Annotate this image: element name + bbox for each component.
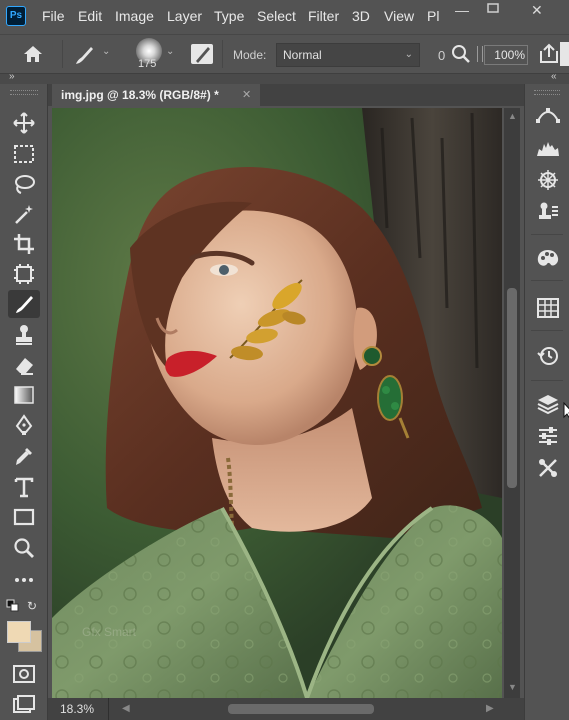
table-panel-icon[interactable] [533, 294, 563, 322]
move-tool-icon[interactable] [8, 109, 40, 137]
pen-tool-icon[interactable] [8, 411, 40, 439]
brush-tool-icon[interactable] [8, 290, 40, 318]
search-icon[interactable] [451, 44, 471, 64]
eraser-tool-icon[interactable] [8, 351, 40, 379]
menu-type[interactable]: Type [214, 8, 244, 24]
zoom-bracket-icon [477, 46, 483, 62]
separator [531, 330, 563, 331]
maximize-icon[interactable] [487, 3, 499, 13]
history-panel-icon[interactable] [533, 342, 563, 370]
foreground-color-swatch[interactable] [7, 621, 31, 643]
collapse-panels-icon[interactable]: « [551, 71, 557, 82]
horizontal-scroll-thumb[interactable] [228, 704, 374, 714]
more-tools-icon[interactable] [8, 566, 40, 594]
marquee-tool-icon[interactable] [8, 140, 40, 168]
separator [531, 280, 563, 281]
swap-colors-icon[interactable]: ↻ [27, 599, 37, 613]
zoom-field[interactable]: 100% [484, 45, 528, 65]
menu-file[interactable]: File [42, 8, 65, 24]
options-overflow[interactable] [560, 42, 569, 66]
separator [531, 380, 563, 381]
adjustments-panel-icon[interactable] [533, 422, 563, 450]
zoom-tool-icon[interactable] [8, 534, 40, 562]
close-icon[interactable]: ✕ [531, 2, 543, 19]
opacity-stub: 0 [438, 48, 446, 63]
default-colors-icon[interactable] [6, 599, 20, 613]
document-tab[interactable]: img.jpg @ 18.3% (RGB/8#) * ✕ [52, 84, 260, 106]
separator [531, 234, 563, 235]
brush-preset-icon[interactable] [72, 44, 96, 66]
separator [222, 40, 223, 68]
mouse-cursor-icon [563, 402, 569, 420]
separator [108, 698, 109, 720]
scroll-left-icon[interactable]: ◀ [122, 699, 130, 719]
vertical-scroll-thumb[interactable] [507, 288, 517, 488]
scroll-down-icon[interactable]: ▼ [508, 682, 517, 692]
share-icon[interactable] [538, 42, 560, 64]
stamp-tool-icon[interactable] [8, 321, 40, 349]
scroll-up-icon[interactable]: ▲ [508, 111, 517, 121]
mode-value: Normal [283, 48, 322, 62]
lasso-tool-icon[interactable] [8, 170, 40, 198]
paths-panel-icon[interactable] [533, 102, 563, 130]
menu-3d[interactable]: 3D [352, 8, 370, 24]
menu-select[interactable]: Select [257, 8, 296, 24]
scroll-right-icon[interactable]: ▶ [486, 699, 494, 719]
eyedropper-icon[interactable] [8, 442, 40, 470]
brush-size-value: 175 [138, 58, 157, 70]
frame-tool-icon[interactable] [8, 260, 40, 288]
toolbar-grip[interactable] [10, 90, 38, 95]
crop-tool-icon[interactable] [8, 230, 40, 258]
gradient-tool-icon[interactable] [8, 381, 40, 409]
document-canvas[interactable]: Gfx Smart [52, 108, 502, 698]
minimize-icon[interactable]: — [455, 2, 469, 18]
brush-size-chevron-icon[interactable]: ⌄ [166, 46, 174, 57]
screen-mode-icon[interactable] [13, 695, 35, 713]
document-tab-title: img.jpg @ 18.3% (RGB/8#) * [61, 88, 219, 102]
histogram-panel-icon[interactable] [533, 134, 563, 162]
close-tab-icon[interactable]: ✕ [242, 84, 251, 106]
menu-filter[interactable]: Filter [308, 8, 339, 24]
brush-settings-icon[interactable] [191, 44, 213, 64]
expand-toolbar-icon[interactable]: » [9, 71, 15, 82]
panel-dock [524, 84, 569, 720]
brush-preset-chevron-icon[interactable]: ⌄ [102, 46, 110, 57]
tools-panel: ↻ [0, 84, 48, 720]
separator [62, 40, 63, 68]
app-logo: Ps [6, 6, 26, 26]
actions-panel-icon[interactable] [533, 198, 563, 226]
mode-chevron-icon: ⌄ [404, 49, 413, 60]
menu-plugins[interactable]: Pl [427, 8, 439, 24]
swatches-panel-icon[interactable] [533, 244, 563, 272]
navigator-panel-icon[interactable] [533, 166, 563, 194]
home-icon[interactable] [22, 44, 44, 64]
menu-image[interactable]: Image [115, 8, 154, 24]
status-bar: 18.3% ◀ ▶ [48, 698, 524, 720]
panel-collapse-strip: » « [0, 71, 569, 84]
dock-grip[interactable] [534, 90, 560, 95]
mode-label: Mode: [233, 48, 267, 62]
vertical-scrollbar[interactable]: ▲ ▼ [504, 108, 520, 698]
rectangle-tool-icon[interactable] [8, 503, 40, 531]
zoom-status[interactable]: 18.3% [60, 699, 94, 719]
menu-layer[interactable]: Layer [167, 8, 202, 24]
menu-bar: Ps File Edit Image Layer Type Select Fil… [0, 0, 569, 34]
mode-select[interactable]: Normal ⌄ [276, 43, 420, 67]
magic-wand-icon[interactable] [8, 200, 40, 228]
layers-panel-icon[interactable] [533, 390, 563, 418]
quick-mask-icon[interactable] [13, 665, 35, 683]
watermark-text: Gfx Smart [82, 625, 137, 639]
tools-preset-icon[interactable] [533, 454, 563, 482]
menu-view[interactable]: View [384, 8, 414, 24]
type-tool-icon[interactable] [8, 473, 40, 501]
menu-edit[interactable]: Edit [78, 8, 102, 24]
